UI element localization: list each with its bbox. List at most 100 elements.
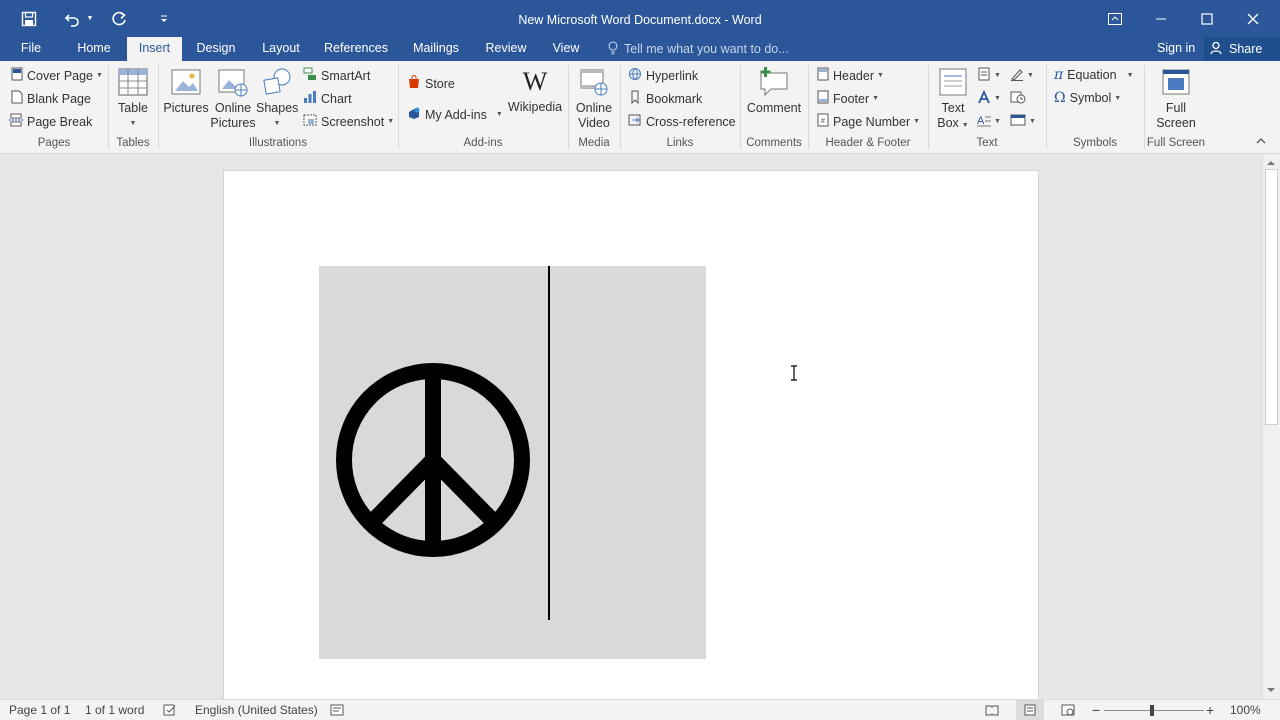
page-number-icon: #: [817, 113, 829, 130]
collapse-ribbon-icon[interactable]: [1256, 137, 1266, 145]
insert-ribbon: Cover Page ▼ Blank Page Page Break Pages …: [0, 61, 1280, 154]
page-break-icon: [9, 113, 23, 130]
redo-icon[interactable]: [107, 0, 131, 37]
my-addins-label: My Add-ins: [425, 107, 487, 122]
my-addins-button[interactable]: My Add-ins ▼: [407, 106, 503, 123]
online-pictures-label-2: Pictures: [210, 116, 256, 130]
group-label-symbols: Symbols: [1072, 137, 1118, 149]
text-cursor: [548, 266, 550, 620]
bookmark-label: Bookmark: [646, 91, 703, 106]
chevron-down-icon: ▼: [1114, 94, 1122, 102]
customize-qat-icon[interactable]: [156, 0, 172, 37]
shapes-button[interactable]: Shapes ▼: [256, 67, 298, 131]
comment-icon: [744, 67, 804, 101]
full-screen-icon: [1150, 67, 1202, 101]
tab-design[interactable]: Design: [190, 37, 242, 61]
symbol-button[interactable]: Ω Symbol ▼: [1054, 90, 1121, 106]
zoom-slider[interactable]: [1104, 705, 1204, 716]
zoom-level[interactable]: 100%: [1230, 700, 1261, 720]
page-break-button[interactable]: Page Break: [9, 113, 92, 130]
wikipedia-button[interactable]: W Wikipedia: [507, 67, 563, 115]
tab-view[interactable]: View: [545, 37, 587, 61]
blank-page-icon: [11, 90, 23, 107]
sign-in-link[interactable]: Sign in: [1157, 37, 1195, 61]
bookmark-button[interactable]: Bookmark: [628, 90, 702, 107]
title-bar: ▼ New Microsoft Word Document.docx - Wor…: [0, 0, 1280, 37]
tab-home[interactable]: Home: [70, 37, 118, 61]
cover-page-label: Cover Page: [27, 68, 94, 83]
chevron-down-icon: ▼: [877, 72, 884, 79]
document-page[interactable]: [223, 170, 1039, 699]
chart-label: Chart: [321, 91, 352, 106]
quick-parts-button[interactable]: ▼: [977, 67, 1001, 84]
language[interactable]: English (United States): [195, 700, 318, 720]
proofing-icon[interactable]: [163, 700, 177, 720]
signature-line-icon: [1010, 67, 1024, 84]
word-count[interactable]: 1 of 1 word: [85, 700, 144, 720]
object-button[interactable]: ▼: [1010, 113, 1036, 130]
save-icon[interactable]: [17, 0, 41, 37]
table-button[interactable]: Table ▼: [113, 67, 153, 131]
web-layout-icon[interactable]: [1061, 700, 1075, 720]
zoom-in-icon[interactable]: +: [1206, 700, 1214, 720]
vertical-scrollbar[interactable]: [1262, 154, 1280, 699]
ribbon-display-options-icon[interactable]: [1092, 0, 1138, 37]
signature-line-button[interactable]: ▼: [1010, 67, 1034, 84]
group-label-illustrations: Illustrations: [248, 137, 308, 149]
macro-recording-icon[interactable]: [330, 700, 344, 720]
scroll-up-icon[interactable]: [1266, 157, 1276, 167]
smartart-button[interactable]: SmartArt: [303, 67, 370, 84]
date-time-button[interactable]: [1010, 90, 1026, 107]
read-mode-icon[interactable]: [985, 700, 999, 720]
tab-mailings[interactable]: Mailings: [406, 37, 466, 61]
blank-page-button[interactable]: Blank Page: [11, 90, 91, 107]
text-box-button[interactable]: Text Box ▼: [934, 67, 972, 133]
page-count[interactable]: Page 1 of 1: [9, 700, 70, 720]
full-screen-button[interactable]: Full Screen: [1150, 67, 1202, 131]
online-pictures-button[interactable]: Online Pictures: [210, 67, 256, 131]
cover-page-button[interactable]: Cover Page ▼: [11, 67, 103, 84]
undo-dropdown-icon[interactable]: ▼: [84, 0, 96, 37]
drop-cap-button[interactable]: A ▼: [977, 113, 1001, 130]
full-screen-label-2: Screen: [1156, 116, 1196, 130]
tab-references[interactable]: References: [322, 37, 390, 61]
svg-text:#: #: [821, 118, 825, 125]
online-pictures-label-1: Online: [214, 101, 252, 115]
tab-review[interactable]: Review: [481, 37, 531, 61]
tell-me-search[interactable]: Tell me what you want to do...: [608, 37, 789, 61]
store-button[interactable]: Store: [407, 75, 455, 92]
pictures-button[interactable]: Pictures: [163, 67, 209, 116]
scroll-down-icon[interactable]: [1266, 684, 1276, 694]
close-icon[interactable]: [1230, 0, 1276, 37]
chart-button[interactable]: Chart: [303, 90, 352, 107]
undo-icon[interactable]: [60, 0, 84, 37]
minimize-icon[interactable]: [1138, 0, 1184, 37]
equation-button[interactable]: π Equation ▼: [1054, 67, 1134, 83]
chevron-down-icon: ▼: [1029, 118, 1036, 125]
tab-insert[interactable]: Insert: [127, 37, 182, 61]
comment-button[interactable]: Comment: [744, 67, 804, 116]
share-button[interactable]: Share: [1204, 37, 1280, 61]
tab-file[interactable]: File: [14, 37, 48, 61]
drop-cap-icon: A: [977, 113, 991, 130]
page-number-button[interactable]: # Page Number ▼: [817, 113, 920, 130]
peace-sign-image[interactable]: [319, 266, 706, 659]
cross-reference-button[interactable]: Cross-reference: [628, 113, 736, 130]
tab-layout[interactable]: Layout: [255, 37, 307, 61]
hyperlink-icon: [628, 67, 642, 84]
chevron-down-icon: ▼: [913, 118, 921, 125]
print-layout-icon[interactable]: [1016, 700, 1044, 720]
chevron-down-icon: ▼: [273, 120, 281, 127]
text-box-label-2-row: Box ▼: [934, 116, 972, 133]
footer-button[interactable]: Footer ▼: [817, 90, 879, 107]
online-video-button[interactable]: Online Video: [572, 67, 616, 131]
scroll-thumb[interactable]: [1265, 169, 1278, 425]
maximize-icon[interactable]: [1184, 0, 1230, 37]
screenshot-button[interactable]: Screenshot ▼: [303, 113, 394, 130]
hyperlink-button[interactable]: Hyperlink: [628, 67, 698, 84]
header-button[interactable]: Header ▼: [817, 67, 884, 84]
chevron-down-icon: ▼: [994, 72, 1001, 79]
wordart-button[interactable]: ▼: [977, 89, 1001, 107]
zoom-out-icon[interactable]: −: [1092, 700, 1100, 720]
zoom-slider-thumb[interactable]: [1150, 705, 1154, 716]
